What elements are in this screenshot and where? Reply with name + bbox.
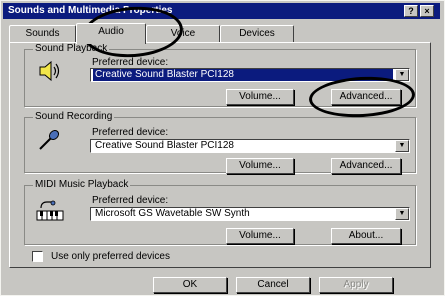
- recording-advanced-button[interactable]: Advanced...: [331, 158, 401, 174]
- speaker-icon: [39, 60, 60, 82]
- close-button[interactable]: ×: [420, 5, 434, 17]
- recording-device-select[interactable]: Creative Sound Blaster PCI128 ▼: [90, 139, 410, 153]
- playback-preferred-device-label: Preferred device:: [92, 57, 169, 68]
- chevron-down-icon[interactable]: ▼: [395, 140, 409, 152]
- midi-playback-title: MIDI Music Playback: [33, 179, 131, 190]
- recording-volume-button[interactable]: Volume...: [226, 158, 294, 174]
- tab-strip: Sounds Audio Voice Devices: [9, 23, 429, 44]
- tab-audio[interactable]: Audio: [76, 23, 146, 44]
- midi-device-select[interactable]: Microsoft GS Wavetable SW Synth ▼: [90, 207, 410, 221]
- title-bar[interactable]: Sounds and Multimedia Properties ? ×: [3, 3, 440, 19]
- midi-volume-button[interactable]: Volume...: [226, 228, 294, 244]
- tab-sounds[interactable]: Sounds: [9, 25, 76, 43]
- sounds-multimedia-properties-dialog: Sounds and Multimedia Properties ? × Sou…: [0, 0, 445, 296]
- ok-button[interactable]: OK: [153, 277, 227, 293]
- midi-device-value: Microsoft GS Wavetable SW Synth: [95, 208, 250, 219]
- use-only-preferred-label[interactable]: Use only preferred devices: [51, 251, 170, 262]
- help-button[interactable]: ?: [404, 5, 418, 17]
- recording-device-value: Creative Sound Blaster PCI128: [95, 140, 234, 151]
- apply-button[interactable]: Apply: [319, 277, 393, 293]
- chevron-down-icon[interactable]: ▼: [395, 208, 409, 220]
- midi-preferred-device-label: Preferred device:: [92, 195, 169, 206]
- keyboard-icon: [36, 200, 64, 221]
- microphone-icon: [39, 129, 60, 150]
- playback-volume-button[interactable]: Volume...: [226, 89, 294, 105]
- recording-preferred-device-label: Preferred device:: [92, 127, 169, 138]
- cancel-button[interactable]: Cancel: [236, 277, 310, 293]
- use-only-preferred-checkbox[interactable]: [32, 251, 43, 262]
- chevron-down-icon[interactable]: ▼: [395, 69, 409, 81]
- sound-recording-title: Sound Recording: [33, 111, 115, 122]
- tab-devices[interactable]: Devices: [220, 25, 294, 43]
- midi-about-button[interactable]: About...: [331, 228, 401, 244]
